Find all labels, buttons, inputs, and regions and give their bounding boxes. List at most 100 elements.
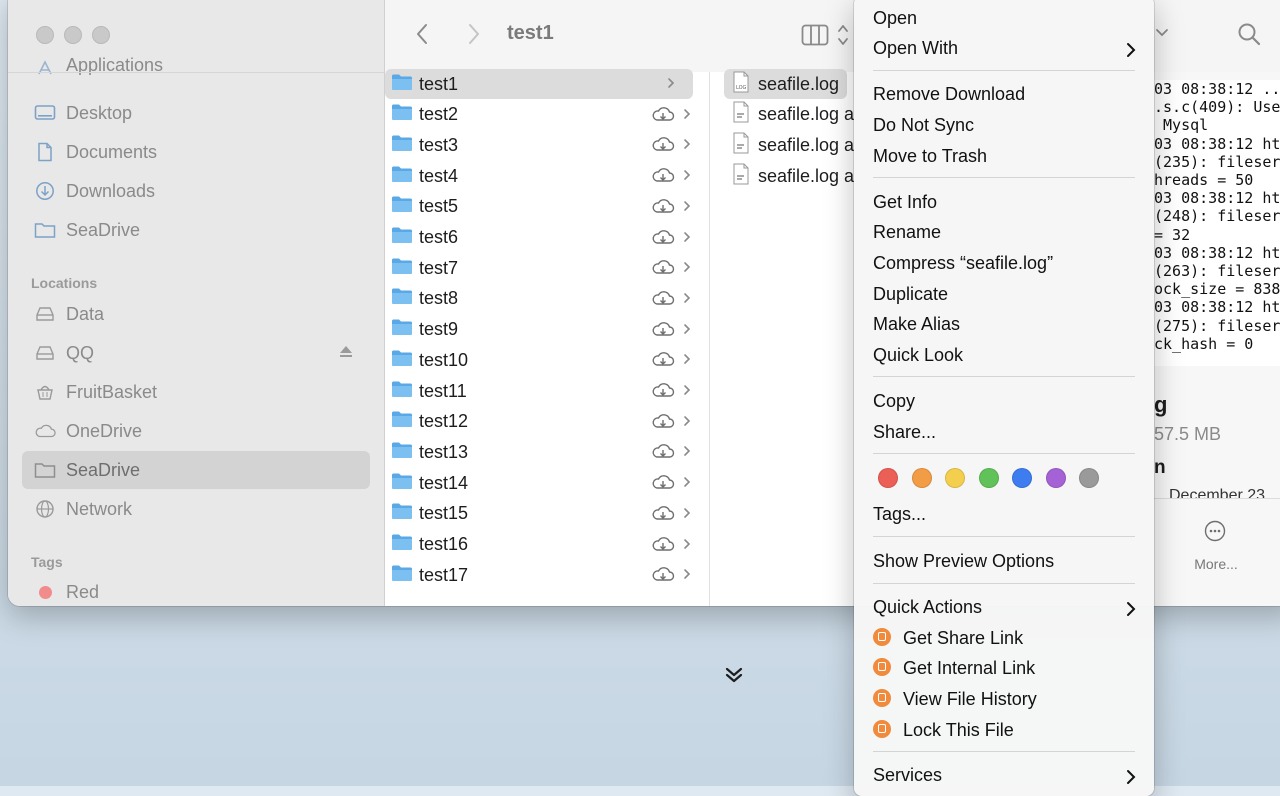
menu-item-quick-actions[interactable]: Quick Actions <box>873 597 982 618</box>
folder-row[interactable]: test15 <box>385 499 709 529</box>
sidebar-item-data[interactable]: Data <box>22 295 370 333</box>
sidebar-item-documents[interactable]: Documents <box>22 133 370 171</box>
menu-item-show-preview-options[interactable]: Show Preview Options <box>873 551 1054 572</box>
tag-color-dot[interactable] <box>945 468 965 488</box>
log-file-icon <box>732 163 750 190</box>
column-view-icon[interactable] <box>801 24 829 46</box>
menu-item-get-info[interactable]: Get Info <box>873 192 937 213</box>
cloud-download-icon[interactable] <box>651 442 675 465</box>
folder-row[interactable]: test8 <box>385 284 709 314</box>
file-row[interactable]: LOG seafile.log <box>724 69 848 99</box>
menu-item-duplicate[interactable]: Duplicate <box>873 284 948 305</box>
file-name: seafile.log a <box>758 165 855 186</box>
folder-icon <box>391 318 413 341</box>
back-button[interactable] <box>415 23 429 45</box>
folder-row[interactable]: test5 <box>385 192 709 222</box>
menu-item-get-share-link[interactable]: Get Share Link <box>873 628 1023 649</box>
search-icon[interactable] <box>1237 22 1261 46</box>
folder-row[interactable]: test14 <box>385 468 709 498</box>
folder-row[interactable]: test16 <box>385 530 709 560</box>
folder-row[interactable]: test7 <box>385 253 709 283</box>
chevron-down-icon[interactable] <box>1155 28 1169 38</box>
tag-color-dot[interactable] <box>911 468 932 488</box>
menu-item-tags[interactable]: Tags... <box>873 504 926 525</box>
drive-icon <box>34 342 56 364</box>
tag-color-dot[interactable] <box>1012 468 1032 488</box>
cloud-download-icon[interactable] <box>651 535 675 558</box>
cloud-download-icon[interactable] <box>651 412 675 435</box>
sidebar-item-tag-red[interactable]: Red <box>22 573 370 606</box>
cloud-download-icon[interactable] <box>651 289 675 312</box>
more-icon[interactable] <box>1204 520 1226 542</box>
folder-row[interactable]: test17 <box>385 560 709 590</box>
cloud-download-icon[interactable] <box>651 504 675 527</box>
menu-item-quick-look[interactable]: Quick Look <box>873 345 963 366</box>
close-window-button[interactable] <box>36 26 54 44</box>
sidebar-item-applications[interactable]: Applications <box>22 55 370 85</box>
folder-icon <box>391 103 413 126</box>
menu-item-do-not-sync[interactable]: Do Not Sync <box>873 115 974 136</box>
cloud-download-icon[interactable] <box>651 135 675 158</box>
folder-row[interactable]: test6 <box>385 223 709 253</box>
menu-item-copy[interactable]: Copy <box>873 391 915 412</box>
cloud-download-icon[interactable] <box>651 320 675 343</box>
folder-row[interactable]: test9 <box>385 315 709 345</box>
cloud-download-icon[interactable] <box>651 473 675 496</box>
tag-color-dot[interactable] <box>1045 468 1066 488</box>
sidebar-item-onedrive[interactable]: OneDrive <box>22 412 370 450</box>
cloud-download-icon[interactable] <box>651 197 675 220</box>
sidebar-item-downloads[interactable]: Downloads <box>22 172 370 210</box>
file-row[interactable]: seafile.log a <box>724 130 854 160</box>
cloud-download-icon[interactable] <box>651 381 675 404</box>
eject-icon[interactable] <box>338 344 354 365</box>
folder-row[interactable]: test11 <box>385 376 709 406</box>
menu-item-lock-this-file[interactable]: Lock This File <box>873 720 1014 741</box>
minimize-window-button[interactable] <box>64 26 82 44</box>
menu-item-view-file-history[interactable]: View File History <box>873 689 1037 710</box>
tag-color-dot[interactable] <box>878 468 898 488</box>
sidebar-item-desktop[interactable]: Desktop <box>22 94 370 132</box>
folder-row[interactable]: test1 <box>385 69 693 99</box>
log-preview-text: 03 08:38:12 ../.s.c(409): User Mysql 03 0… <box>1154 80 1280 366</box>
menu-item-remove-download[interactable]: Remove Download <box>873 84 1025 105</box>
menu-item-open-with[interactable]: Open With <box>873 38 958 59</box>
menu-item-open[interactable]: Open <box>873 8 917 29</box>
sidebar-item-fruitbasket[interactable]: FruitBasket <box>22 373 370 411</box>
cloud-download-icon[interactable] <box>651 258 675 281</box>
tag-color-dot[interactable] <box>1079 468 1099 488</box>
folder-row[interactable]: test12 <box>385 407 709 437</box>
sidebar-item-network[interactable]: Network <box>22 490 370 528</box>
preview-file-name: g <box>1154 392 1168 417</box>
tag-color-dot[interactable] <box>978 468 999 488</box>
log-line: 03 08:38:12 htt <box>1154 243 1280 262</box>
sidebar-item-qq[interactable]: QQ <box>22 334 370 372</box>
menu-item-services[interactable]: Services <box>873 765 942 786</box>
menu-item-share[interactable]: Share... <box>873 422 936 443</box>
menu-item-rename[interactable]: Rename <box>873 222 941 243</box>
folder-row[interactable]: test13 <box>385 437 709 467</box>
view-options-updown-icon[interactable] <box>837 22 849 48</box>
menu-item-compress[interactable]: Compress “seafile.log” <box>873 253 1053 274</box>
menu-item-get-internal-link[interactable]: Get Internal Link <box>873 658 1035 679</box>
cloud-download-icon[interactable] <box>651 565 675 588</box>
double-chevron-down-icon[interactable] <box>722 663 746 687</box>
menu-item-make-alias[interactable]: Make Alias <box>873 314 960 335</box>
preview-divider <box>1154 498 1280 499</box>
folder-name: test16 <box>419 534 469 554</box>
file-row[interactable]: seafile.log a <box>724 161 854 191</box>
file-row[interactable]: seafile.log a <box>724 100 854 130</box>
zoom-window-button[interactable] <box>92 26 110 44</box>
folder-row[interactable]: test4 <box>385 161 709 191</box>
more-label[interactable]: More... <box>1154 556 1278 572</box>
cloud-download-icon[interactable] <box>651 350 675 373</box>
folder-row[interactable]: test10 <box>385 345 709 375</box>
cloud-download-icon[interactable] <box>651 228 675 251</box>
folder-row[interactable]: test3 <box>385 130 709 160</box>
menu-item-move-to-trash[interactable]: Move to Trash <box>873 146 987 167</box>
forward-button[interactable] <box>467 23 481 45</box>
cloud-download-icon[interactable] <box>651 105 675 128</box>
sidebar-item-seadrive[interactable]: SeaDrive <box>22 211 370 249</box>
folder-row[interactable]: test2 <box>385 100 709 130</box>
cloud-download-icon[interactable] <box>651 166 675 189</box>
sidebar-item-seadrive-location[interactable]: SeaDrive <box>22 451 370 489</box>
